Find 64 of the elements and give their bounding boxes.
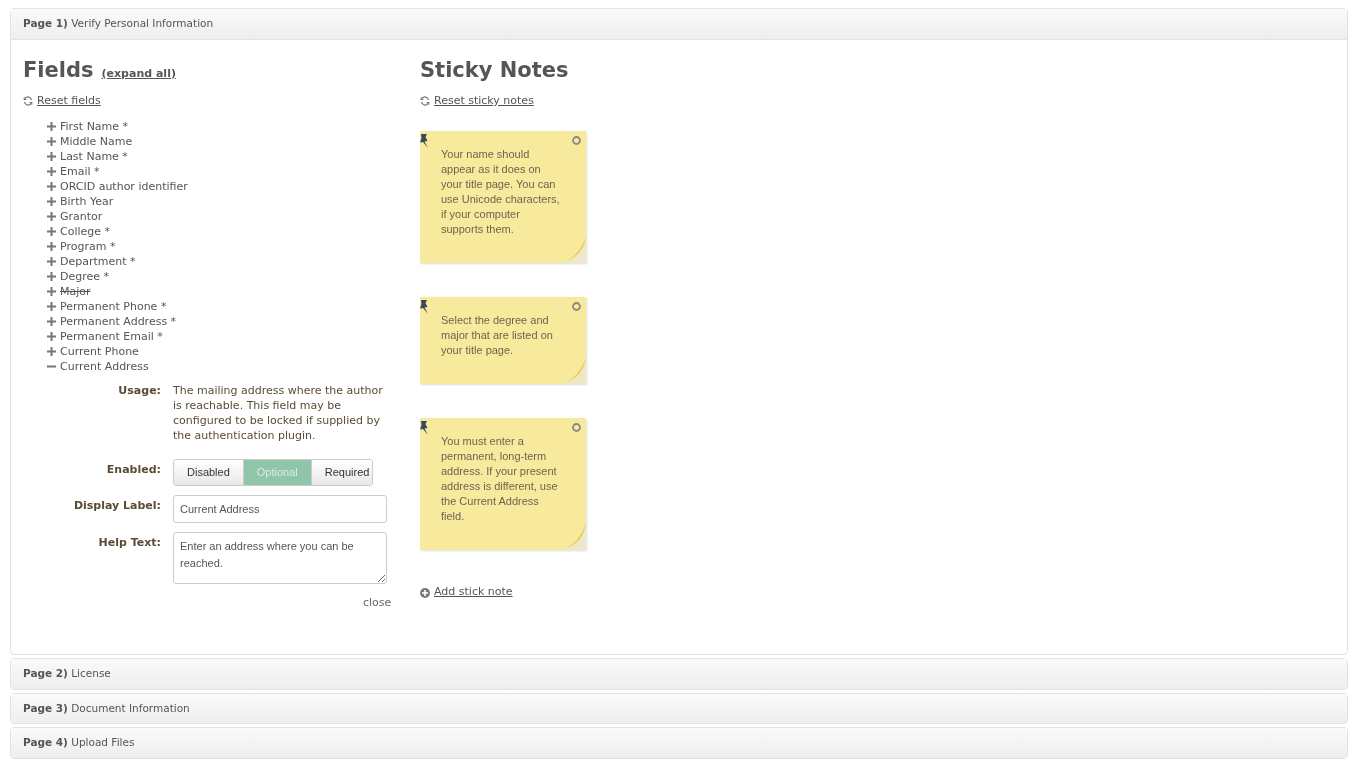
field-item[interactable]: Permanent Email * [47, 329, 420, 345]
display-label-label: Display Label: [72, 497, 161, 514]
reset-fields-link[interactable]: Reset fields [23, 92, 101, 110]
expand-icon [47, 167, 56, 177]
field-item[interactable]: Birth Year [47, 194, 420, 210]
expand-icon [47, 302, 56, 312]
expand-all-link[interactable]: (expand all) [101, 65, 176, 83]
field-item[interactable]: Grantor [47, 209, 420, 225]
usage-label: Usage: [117, 383, 161, 400]
add-icon [420, 587, 430, 598]
field-item[interactable]: Degree * [47, 269, 420, 285]
field-item[interactable]: Middle Name [47, 134, 420, 150]
expand-icon [47, 257, 56, 267]
enabled-label: Enabled: [105, 462, 161, 479]
sticky-note[interactable]: You must enter a permanent, long-term address. If your present address is different, use the Current Address field. [420, 418, 586, 551]
segment-option[interactable]: Required [311, 460, 372, 485]
close-icon[interactable] [572, 423, 581, 433]
expand-icon [47, 347, 56, 357]
page-curl-icon [564, 233, 586, 264]
close-icon[interactable] [572, 302, 581, 312]
expand-icon [47, 332, 56, 342]
page-header[interactable]: Page 1) Verify Personal Information [11, 9, 1347, 40]
expand-icon [47, 137, 56, 147]
add-note-link[interactable]: Add stick note [420, 584, 513, 601]
field-item[interactable]: Department * [47, 254, 420, 270]
refresh-icon [23, 96, 33, 107]
close-link[interactable]: close [363, 595, 392, 612]
expand-icon [47, 212, 56, 222]
section-heading: Fields [23, 57, 94, 83]
page-curl-icon [564, 354, 586, 385]
field-item[interactable]: Program * [47, 239, 420, 255]
page-header[interactable]: Page 3) Document Information [11, 693, 1347, 724]
refresh-icon [420, 96, 430, 107]
expand-icon [47, 272, 56, 282]
close-icon[interactable] [572, 136, 581, 146]
expand-icon [47, 122, 56, 132]
field-item[interactable]: Current Phone [47, 344, 420, 360]
sticky-note[interactable]: Your name should appear as it does on your title page. You can use Unicode characters, if your computer supports them. [420, 131, 586, 264]
field-item[interactable]: First Name * [47, 119, 420, 135]
segment-option[interactable]: Disabled [174, 460, 244, 485]
page-header[interactable]: Page 2) License [11, 658, 1347, 689]
field-item[interactable]: Permanent Phone * [47, 299, 420, 315]
field-item[interactable]: Email * [47, 164, 420, 180]
sticky-note[interactable]: Select the degree and major that are listed on your title page. [420, 297, 586, 385]
expand-icon [47, 242, 56, 252]
display-label-field[interactable]: Current Address [173, 494, 387, 524]
page-header[interactable]: Page 4) Upload Files [11, 728, 1347, 759]
field-item[interactable]: Last Name * [47, 149, 420, 165]
reset-notes-link[interactable]: Reset sticky notes [420, 92, 534, 110]
field-item[interactable]: Current Address [47, 359, 420, 375]
expand-icon [47, 152, 56, 162]
expand-icon [47, 317, 56, 327]
expand-icon [47, 182, 56, 192]
expand-icon [47, 287, 56, 297]
page-curl-icon [564, 520, 586, 551]
field-item[interactable]: ORCID author identifier [47, 179, 420, 195]
usage-text: The mailing address where the author is reachable. This field may be configured to be locked if supplied by the authentication plugin. [173, 383, 384, 444]
help-text-field[interactable]: Enter an address where you can be reached. [173, 532, 387, 585]
field-item[interactable]: Permanent Address * [47, 314, 420, 330]
field-item[interactable]: College * [47, 224, 420, 240]
expand-icon [47, 227, 56, 237]
help-text-label: Help Text: [97, 535, 161, 552]
expand-icon [47, 197, 56, 207]
section-heading: Sticky Notes [420, 57, 570, 83]
